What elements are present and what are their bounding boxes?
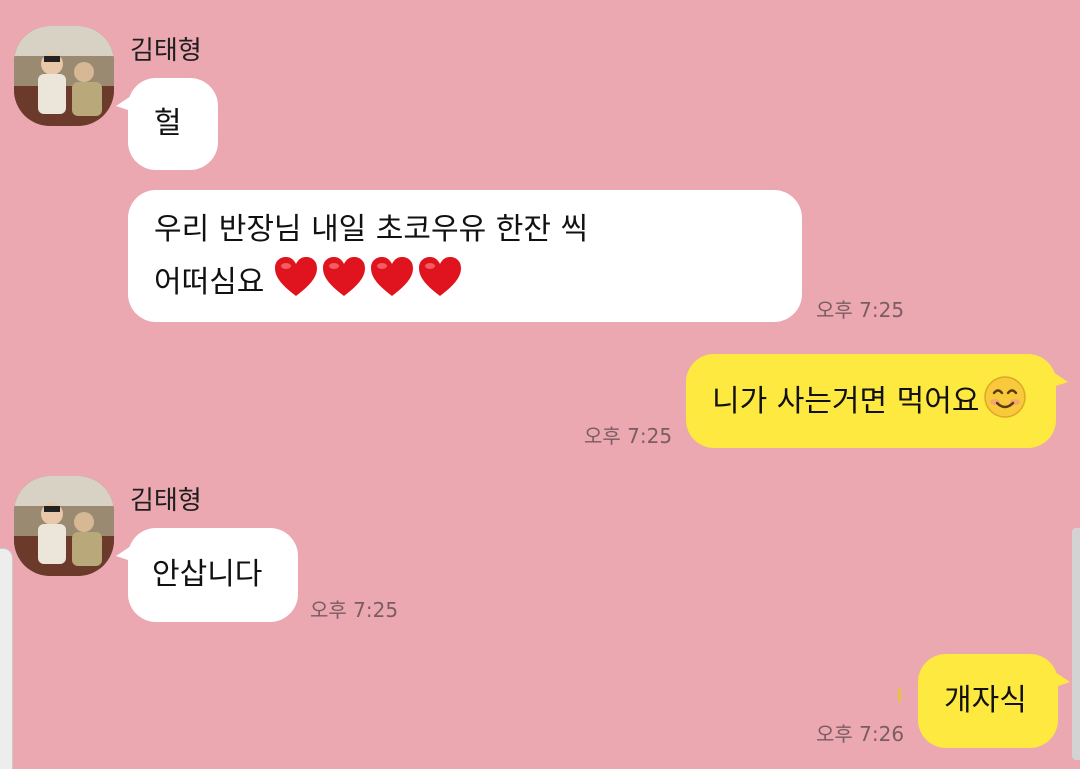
message-bubble[interactable]: 개자식 [918,654,1070,748]
sender-name: 김태형 [130,36,202,66]
message-bubble[interactable]: 우리 반장님 내일 초코우유 한잔 씩 어떠심요 [128,190,802,322]
heart-emoji-group [264,257,466,300]
heart-icon [418,257,461,296]
message-bubble[interactable]: 헐 [116,78,218,170]
message-text: 우리 반장님 내일 초코우유 한잔 씩 [154,212,589,247]
profile-photo-icon [14,26,114,126]
scrollbar[interactable] [1072,528,1080,760]
message-text-line2: 어떠심요 [154,256,802,309]
sender-avatar[interactable] [14,26,114,126]
cursor-mark [898,688,901,702]
message-timestamp: 오후 7:25 [310,598,399,622]
message-text: 헐 [154,106,182,141]
message-bubble[interactable]: 니가 사는거면 먹어요 [686,354,1068,448]
heart-icon [322,257,365,296]
message-text: 어떠심요 [154,265,265,300]
heart-icon [274,257,317,296]
message-bubble[interactable]: 안삽니다 [116,528,298,622]
message-text: 안삽니다 [152,557,263,592]
smiling-face-icon [984,376,1027,418]
side-panel-edge [0,548,13,769]
message-timestamp: 오후 7:26 [816,722,905,746]
sender-name: 김태형 [130,486,202,516]
heart-icon [370,257,413,296]
sender-avatar[interactable] [14,476,114,576]
message-timestamp: 오후 7:25 [584,424,673,448]
message-text: 니가 사는거면 먹어요 [712,384,980,419]
message-text: 개자식 [944,683,1027,718]
profile-photo-icon [14,476,114,576]
message-timestamp: 오후 7:25 [816,298,905,322]
